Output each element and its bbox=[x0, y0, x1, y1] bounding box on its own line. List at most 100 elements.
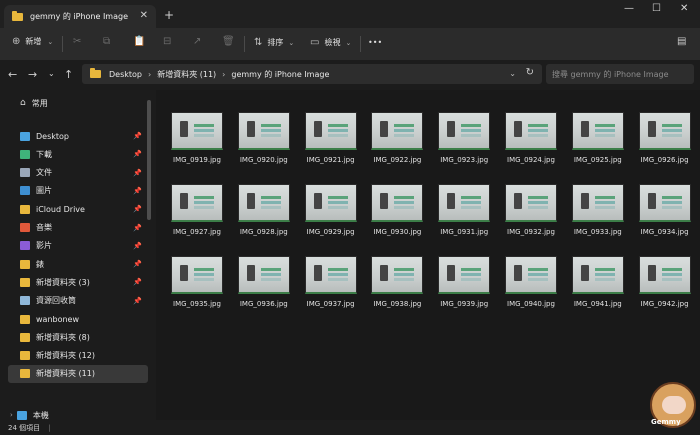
sidebar-item-home[interactable]: ⌂ 常用 bbox=[8, 94, 148, 112]
view-button[interactable]: ▭ 檢視 ⌄ bbox=[310, 37, 351, 48]
pin-icon: 📌 bbox=[133, 168, 142, 177]
file-item[interactable]: IMG_0928.jpg bbox=[235, 184, 293, 236]
file-item[interactable]: IMG_0921.jpg bbox=[302, 112, 360, 164]
file-item[interactable]: IMG_0931.jpg bbox=[435, 184, 493, 236]
sidebar-item[interactable]: Desktop 📌 bbox=[8, 127, 148, 145]
back-icon[interactable]: ← bbox=[8, 68, 17, 81]
sidebar-item[interactable]: 音樂 📌 bbox=[8, 219, 148, 237]
file-item[interactable]: IMG_0922.jpg bbox=[368, 112, 426, 164]
forward-icon[interactable]: → bbox=[28, 68, 37, 81]
chevron-down-icon: ⌄ bbox=[47, 37, 54, 46]
folder-icon bbox=[20, 296, 30, 306]
file-name: IMG_0936.jpg bbox=[239, 300, 288, 308]
status-divider: | bbox=[48, 423, 51, 432]
breadcrumb-current[interactable]: gemmy 的 iPhone Image bbox=[231, 69, 329, 80]
sidebar-item[interactable]: 新增資料夾 (12) bbox=[8, 347, 148, 365]
sidebar-item-label: Desktop bbox=[36, 131, 69, 141]
more-options-icon[interactable]: ••• bbox=[368, 38, 382, 47]
sidebar-item[interactable]: 圖片 📌 bbox=[8, 182, 148, 200]
pin-icon: 📌 bbox=[133, 260, 142, 269]
breadcrumb-desktop[interactable]: Desktop bbox=[109, 70, 142, 79]
item-count: 24 個項目 bbox=[8, 423, 41, 432]
image-thumbnail bbox=[304, 256, 357, 294]
new-button[interactable]: ⊕ 新增 ⌄ bbox=[12, 36, 53, 47]
recent-locations-icon[interactable]: ⌄ bbox=[48, 69, 55, 78]
file-item[interactable]: IMG_0934.jpg bbox=[636, 184, 694, 236]
sidebar-item[interactable]: 新增資料夾 (8) bbox=[8, 328, 148, 346]
file-item[interactable]: IMG_0936.jpg bbox=[235, 256, 293, 308]
image-thumbnail bbox=[505, 184, 557, 222]
file-item[interactable]: IMG_0939.jpg bbox=[435, 256, 493, 308]
sidebar-item[interactable]: iCloud Drive 📌 bbox=[8, 200, 148, 218]
image-thumbnail bbox=[371, 256, 424, 294]
sidebar-scrollbar[interactable] bbox=[147, 100, 151, 220]
refresh-icon[interactable]: ↻ bbox=[526, 67, 534, 78]
image-thumbnail bbox=[438, 184, 491, 222]
copy-icon[interactable]: ⧉ bbox=[103, 36, 110, 47]
sidebar-item-label: 本機 bbox=[32, 410, 49, 420]
file-item[interactable]: IMG_0933.jpg bbox=[569, 184, 627, 236]
maximize-icon[interactable]: ☐ bbox=[652, 3, 661, 14]
folder-icon bbox=[20, 259, 30, 269]
share-icon[interactable]: ↗ bbox=[193, 36, 201, 47]
cut-icon[interactable]: ✂ bbox=[73, 36, 81, 47]
sidebar-item[interactable]: 文件 📌 bbox=[8, 164, 148, 182]
view-label: 檢視 bbox=[324, 38, 341, 47]
search-input[interactable]: 搜尋 gemmy 的 iPhone Image bbox=[546, 64, 694, 84]
file-name: IMG_0925.jpg bbox=[573, 156, 622, 164]
address-bar[interactable]: Desktop › 新增資料夾 (11) › gemmy 的 iPhone Im… bbox=[82, 64, 542, 84]
file-name: IMG_0932.jpg bbox=[507, 228, 555, 236]
up-icon[interactable]: ↑ bbox=[64, 68, 73, 81]
image-thumbnail bbox=[371, 184, 424, 222]
breadcrumb-folder[interactable]: 新增資料夾 (11) bbox=[157, 69, 216, 80]
file-item[interactable]: IMG_0942.jpg bbox=[636, 256, 694, 308]
image-thumbnail bbox=[438, 112, 491, 150]
new-tab-icon[interactable]: + bbox=[164, 8, 174, 22]
pin-icon: 📌 bbox=[133, 241, 142, 250]
rename-icon[interactable]: ⊟ bbox=[163, 36, 171, 47]
delete-icon[interactable]: 🗑 bbox=[222, 36, 235, 47]
navigation-pane: ⌂ 常用 Desktop 📌 下載 📌 文件 📌 圖片 📌 iCloud Drive 📌 音樂 📌 影片… bbox=[0, 90, 150, 420]
file-item[interactable]: IMG_0919.jpg bbox=[168, 112, 226, 164]
details-pane-icon[interactable]: ▤ bbox=[677, 36, 686, 47]
sidebar-item[interactable]: 影片 📌 bbox=[8, 237, 148, 255]
paste-icon[interactable]: 📋 bbox=[133, 36, 145, 47]
sidebar-item[interactable]: 新增資料夾 (11) bbox=[8, 364, 148, 383]
file-item[interactable]: IMG_0932.jpg bbox=[502, 184, 560, 236]
sidebar-item-label: 新增資料夾 (3) bbox=[36, 277, 90, 287]
file-item[interactable]: IMG_0929.jpg bbox=[302, 184, 360, 236]
file-item[interactable]: IMG_0935.jpg bbox=[168, 256, 226, 308]
tab-close-icon[interactable]: ✕ bbox=[140, 10, 148, 21]
sidebar-item[interactable]: 資源回收筒 📌 bbox=[8, 292, 148, 310]
title-bar: gemmy 的 iPhone Image ✕ + — ☐ ✕ bbox=[0, 0, 700, 28]
file-item[interactable]: IMG_0941.jpg bbox=[569, 256, 627, 308]
status-bar: 24 個項目 | bbox=[0, 420, 700, 435]
close-icon[interactable]: ✕ bbox=[680, 3, 688, 14]
minimize-icon[interactable]: — bbox=[624, 3, 634, 14]
sort-button[interactable]: ⇅ 排序 ⌄ bbox=[254, 37, 294, 48]
file-item[interactable]: IMG_0925.jpg bbox=[569, 112, 627, 164]
file-name: IMG_0928.jpg bbox=[239, 228, 288, 236]
file-item[interactable]: IMG_0937.jpg bbox=[302, 256, 360, 308]
file-item[interactable]: IMG_0924.jpg bbox=[502, 112, 560, 164]
address-chevron-icon[interactable]: ⌄ bbox=[509, 69, 516, 78]
sidebar-item[interactable]: 下載 📌 bbox=[8, 145, 148, 163]
file-item[interactable]: IMG_0927.jpg bbox=[168, 184, 226, 236]
view-icon: ▭ bbox=[310, 37, 320, 48]
sidebar-item[interactable]: 錶 📌 bbox=[8, 255, 148, 273]
file-item[interactable]: IMG_0923.jpg bbox=[435, 112, 493, 164]
image-thumbnail bbox=[371, 112, 424, 150]
image-thumbnail bbox=[171, 256, 223, 294]
file-item[interactable]: IMG_0940.jpg bbox=[502, 256, 560, 308]
image-thumbnail bbox=[304, 184, 357, 222]
file-item[interactable]: IMG_0930.jpg bbox=[368, 184, 426, 236]
file-item[interactable]: IMG_0926.jpg bbox=[636, 112, 694, 164]
folder-icon bbox=[20, 241, 30, 251]
window-tab[interactable]: gemmy 的 iPhone Image ✕ bbox=[4, 5, 156, 28]
plus-circle-icon: ⊕ bbox=[12, 36, 21, 47]
sidebar-item[interactable]: wanbonew bbox=[8, 310, 148, 328]
file-item[interactable]: IMG_0938.jpg bbox=[368, 256, 426, 308]
sidebar-item[interactable]: 新增資料夾 (3) 📌 bbox=[8, 273, 148, 291]
file-name: IMG_0939.jpg bbox=[440, 300, 489, 308]
file-item[interactable]: IMG_0920.jpg bbox=[235, 112, 293, 164]
